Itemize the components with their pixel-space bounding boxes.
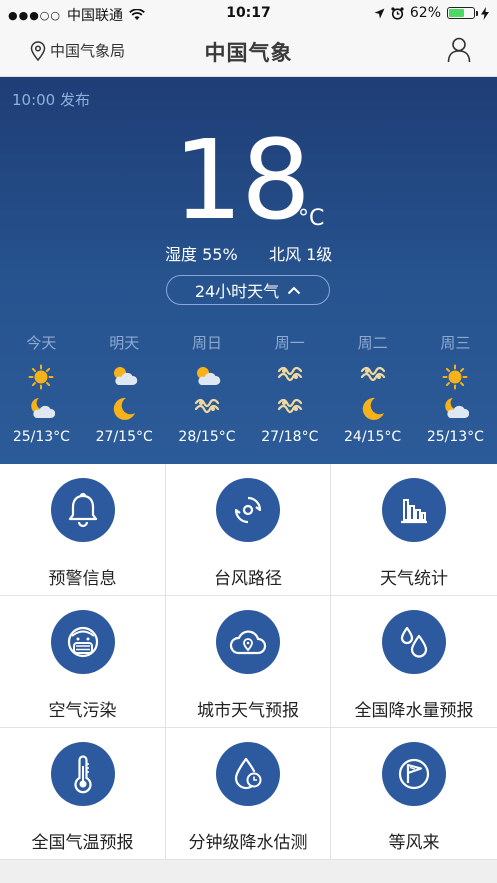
service-label: 等风来 <box>388 833 440 853</box>
temperature-unit: °C <box>298 206 325 231</box>
user-profile-button[interactable] <box>447 37 471 67</box>
service-warnings[interactable]: 预警信息 <box>0 464 166 596</box>
service-icon-circle <box>216 478 280 542</box>
forecast-day-name: 周日 <box>191 334 222 352</box>
haze-icon <box>166 396 249 420</box>
charging-bolt-icon <box>481 6 489 20</box>
service-label: 全国降水量预报 <box>354 701 474 721</box>
forecast-day[interactable]: 今天 25/13°C <box>0 332 83 452</box>
humidity-readout: 湿度 55% <box>165 245 238 264</box>
service-city-forecast[interactable]: 城市天气预报 <box>166 596 331 728</box>
service-typhoon-track[interactable]: 台风路径 <box>166 464 331 596</box>
forecast-temps: 25/13°C <box>426 429 484 445</box>
forecast-day[interactable]: 周二 24/15°C <box>331 332 414 452</box>
service-icon-circle <box>50 478 115 542</box>
typhoon-icon <box>234 496 262 524</box>
forecast-day[interactable]: 周一 27/18°C <box>248 332 331 452</box>
cloud-location-icon <box>229 630 267 655</box>
bottom-strip <box>0 860 497 883</box>
forecast-day[interactable]: 周三 25/13°C <box>414 332 497 452</box>
service-icon-circle <box>216 610 280 674</box>
service-temperature-forecast[interactable]: 全国气温预报 <box>0 728 166 860</box>
moon-icon <box>331 396 414 420</box>
cloudy-moon-icon <box>0 396 83 420</box>
sun-icon <box>414 364 497 390</box>
service-icon-circle <box>50 610 115 674</box>
service-weather-stats[interactable]: 天气统计 <box>331 464 497 596</box>
haze-icon <box>331 364 414 388</box>
haze-icon <box>248 364 331 388</box>
battery-fill <box>449 9 464 17</box>
forecast-day-name: 周三 <box>440 334 471 352</box>
bar-chart-icon <box>401 499 427 524</box>
moon-icon <box>83 396 166 420</box>
haze-icon <box>248 396 331 420</box>
service-label: 分钟级降水估测 <box>188 833 308 853</box>
sun-icon <box>0 364 83 390</box>
forecast-temps: 27/18°C <box>261 429 319 445</box>
service-label: 城市天气预报 <box>197 701 299 721</box>
sun-cloud-icon <box>166 364 249 388</box>
forecast-day[interactable]: 周日 28/15°C <box>166 332 249 452</box>
current-weather-panel: 10:00 发布 18 °C 湿度 55% 北风 1级 24小时天气 今天 25… <box>0 77 497 464</box>
service-icon-circle <box>382 478 446 542</box>
nav-bar: 中国气象局 中国气象 <box>0 26 497 77</box>
service-label: 天气统计 <box>380 569 448 589</box>
service-icon-circle <box>382 610 446 674</box>
publish-time: 10:00 发布 <box>12 91 90 109</box>
app-logo: 中国气象 <box>204 40 293 65</box>
current-temperature: 18 <box>173 116 311 244</box>
daily-forecast: 今天 25/13°C 明天 27/15°C 周日 28/15°C 周一 27/1… <box>0 332 497 452</box>
service-icon-circle <box>50 742 115 806</box>
forecast-day[interactable]: 明天 27/15°C <box>83 332 166 452</box>
raindrops-icon <box>400 626 428 658</box>
service-label: 台风路径 <box>214 569 282 589</box>
hourly-weather-toggle[interactable]: 24小时天气 <box>166 275 330 305</box>
service-label: 预警信息 <box>48 569 117 589</box>
cloudy-moon-icon <box>414 396 497 420</box>
service-icon-circle <box>216 742 280 806</box>
thermometer-icon <box>73 755 92 794</box>
wind-flag-icon <box>398 758 430 790</box>
forecast-temps: 28/15°C <box>178 429 236 445</box>
service-label: 全国气温预报 <box>31 833 134 853</box>
service-label: 空气污染 <box>48 701 117 721</box>
status-right: 62% <box>374 5 489 21</box>
forecast-day-name: 周二 <box>357 334 388 352</box>
forecast-day-name: 明天 <box>109 334 140 352</box>
bell-icon <box>68 492 97 528</box>
forecast-temps: 27/15°C <box>95 429 153 445</box>
battery-icon <box>447 7 478 19</box>
alarm-clock-icon <box>391 6 404 20</box>
forecast-temps: 24/15°C <box>344 429 402 445</box>
location-arrow-icon <box>374 8 385 18</box>
forecast-temps: 25/13°C <box>12 429 70 445</box>
sun-cloud-icon <box>83 364 166 388</box>
drop-clock-icon <box>234 757 262 790</box>
service-minute-precipitation[interactable]: 分钟级降水估测 <box>166 728 331 860</box>
chevron-up-icon <box>287 286 301 294</box>
service-grid: 预警信息 台风路径 天气统计 空气污染 城市天气预报 全国降水量预报 全国气温预… <box>0 464 497 860</box>
service-air-pollution[interactable]: 空气污染 <box>0 596 166 728</box>
battery-percent: 62% <box>409 5 441 21</box>
status-bar: ●●●○○ 中国联通 10:17 62% <box>0 0 497 26</box>
service-wind-watch[interactable]: 等风来 <box>331 728 497 860</box>
wind-readout: 北风 1级 <box>269 245 333 264</box>
hourly-toggle-label: 24小时天气 <box>194 282 280 301</box>
forecast-day-name: 今天 <box>26 334 57 352</box>
service-icon-circle <box>382 742 446 806</box>
mask-face-icon <box>67 626 98 658</box>
user-icon <box>447 37 471 63</box>
forecast-day-name: 周一 <box>274 334 305 352</box>
service-precipitation-forecast[interactable]: 全国降水量预报 <box>331 596 497 728</box>
